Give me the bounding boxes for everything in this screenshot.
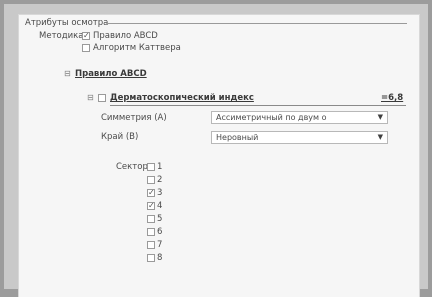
sector-label-5: 5 bbox=[157, 214, 163, 224]
sector-checkbox-3[interactable]: ✓ bbox=[147, 189, 155, 197]
method-abcd-checkbox[interactable]: ✓ bbox=[82, 32, 90, 40]
symmetry-label: Симметрия (А) bbox=[101, 113, 167, 123]
sector-label-2: 2 bbox=[157, 175, 163, 185]
edge-select[interactable]: Неровный ▼ bbox=[211, 131, 388, 144]
sector-checkbox-8[interactable] bbox=[147, 254, 155, 262]
node-checkbox[interactable] bbox=[98, 94, 106, 102]
edge-label: Край (В) bbox=[101, 132, 139, 142]
expand-minus-icon[interactable]: ⊟ bbox=[87, 93, 94, 103]
sector-checkbox-2[interactable] bbox=[147, 176, 155, 184]
sector-label-4: 4 bbox=[157, 201, 163, 211]
dermatoscopic-index-label[interactable]: Дерматоскопический индекс bbox=[110, 93, 254, 103]
sector-label-6: 6 bbox=[157, 227, 163, 237]
method-label: Методика bbox=[39, 31, 84, 41]
sector-label-7: 7 bbox=[157, 240, 163, 250]
inspection-attributes-panel: Атрибуты осмотра Методика ✓ Правило ABCD… bbox=[18, 14, 420, 297]
sector-checkbox-1[interactable] bbox=[147, 163, 155, 171]
section-title: Атрибуты осмотра bbox=[25, 18, 109, 28]
check-icon: ✓ bbox=[148, 201, 155, 210]
title-separator bbox=[107, 23, 407, 24]
sector-checkbox-4[interactable]: ✓ bbox=[147, 202, 155, 210]
sector-checkbox-5[interactable] bbox=[147, 215, 155, 223]
sector-label-8: 8 bbox=[157, 253, 163, 263]
dropdown-arrow-icon: ▼ bbox=[377, 113, 383, 121]
check-icon: ✓ bbox=[148, 188, 155, 197]
symmetry-value: Ассиметричный по двум о bbox=[216, 113, 327, 122]
dialog-frame: Атрибуты осмотра Методика ✓ Правило ABCD… bbox=[4, 4, 428, 297]
sector-label-3: 3 bbox=[157, 188, 163, 198]
sector-label: Сектор bbox=[116, 162, 148, 172]
sector-checkbox-6[interactable] bbox=[147, 228, 155, 236]
check-icon: ✓ bbox=[83, 31, 90, 40]
edge-value: Неровный bbox=[216, 133, 259, 142]
method-kattver-checkbox[interactable] bbox=[82, 44, 90, 52]
index-separator bbox=[110, 105, 406, 106]
expand-minus-icon[interactable]: ⊟ bbox=[64, 69, 71, 79]
sector-checkbox-7[interactable] bbox=[147, 241, 155, 249]
method-kattver-label: Алгоритм Каттвера bbox=[93, 43, 181, 53]
method-abcd-label: Правило ABCD bbox=[93, 31, 158, 41]
dropdown-arrow-icon: ▼ bbox=[377, 133, 383, 141]
sector-label-1: 1 bbox=[157, 162, 163, 172]
symmetry-select[interactable]: Ассиметричный по двум о ▼ bbox=[211, 111, 388, 124]
tree-node-abcd[interactable]: Правило ABCD bbox=[75, 69, 147, 79]
index-value: =6,8 bbox=[381, 93, 404, 103]
